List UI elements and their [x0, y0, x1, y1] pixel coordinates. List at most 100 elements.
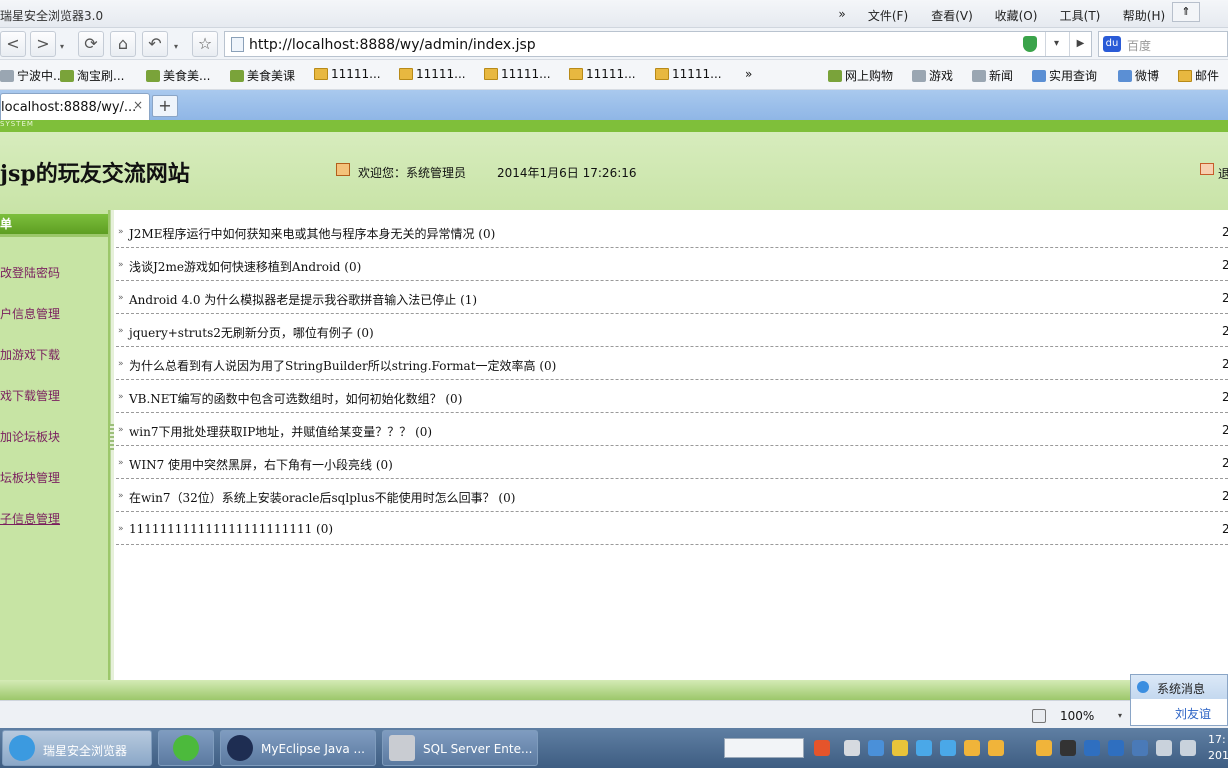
fav-more-chevron[interactable]: »: [745, 67, 752, 81]
table-row[interactable]: » 为什么总看到有人说因为用了StringBuilder所以string.For…: [116, 347, 1228, 380]
menu-tools[interactable]: 工具(T): [1048, 7, 1112, 24]
fav-item[interactable]: 宁波中...: [0, 67, 64, 84]
fav-folder[interactable]: 11111...: [314, 67, 381, 81]
sidebar-item-add-forum-board[interactable]: 添加论坛板块: [0, 428, 60, 445]
sidebar-item-user-management[interactable]: 用户信息管理: [0, 305, 60, 322]
post-title-link[interactable]: 111111111111111111111111 (0): [129, 522, 333, 536]
sidebar-item-game-download-management[interactable]: 游戏下载管理: [0, 387, 60, 404]
fav-folder[interactable]: 11111...: [484, 67, 551, 81]
fav-folder[interactable]: 11111...: [399, 67, 466, 81]
speaker-icon[interactable]: [1032, 709, 1046, 723]
post-title-link[interactable]: win7下用批处理获取IP地址，并赋值给某变量？？？ (0): [129, 423, 432, 440]
system-clock[interactable]: 17: 201: [1208, 732, 1228, 764]
post-title-link[interactable]: Android 4.0 为什么模拟器老是提示我谷歌拼音输入法已停止 (1): [129, 291, 477, 308]
baidu-paw-icon[interactable]: du: [1103, 36, 1121, 52]
network-icon[interactable]: [1156, 740, 1172, 756]
fav-item[interactable]: 淘宝刷...: [60, 67, 124, 84]
zoom-level[interactable]: 100%: [1060, 709, 1094, 723]
bullet-arrow-icon: »: [118, 425, 124, 435]
tray-search-field[interactable]: [724, 738, 804, 758]
shield-icon[interactable]: [1084, 740, 1100, 756]
menu-view[interactable]: 查看(V): [920, 7, 984, 24]
fav-news[interactable]: 新闻: [972, 67, 1013, 84]
favorite-star-button[interactable]: ☆: [192, 31, 218, 57]
logout-link[interactable]: 退: [1218, 165, 1228, 182]
menu-more-chevron[interactable]: »: [828, 7, 856, 24]
table-row[interactable]: » WIN7 使用中突然黑屏，右下角有一小段亮线 (0) 2: [116, 446, 1228, 479]
refresh-button[interactable]: ⟳: [78, 31, 104, 57]
post-date: 2: [1222, 324, 1228, 338]
taskbar-sql-server[interactable]: SQL Server Ente...: [382, 730, 538, 766]
table-row[interactable]: » win7下用批处理获取IP地址，并赋值给某变量？？？ (0) 2: [116, 413, 1228, 446]
fav-lookup[interactable]: 实用查询: [1032, 67, 1097, 84]
address-dropdown-icon[interactable]: ▾: [1045, 32, 1067, 56]
table-row[interactable]: » Android 4.0 为什么模拟器老是提示我谷歌拼音输入法已停止 (1) …: [116, 281, 1228, 314]
post-title-link[interactable]: VB.NET编写的函数中包含可选数组时，如何初始化数组？ (0): [129, 390, 462, 407]
sidebar-item-add-game-download[interactable]: 添加游戏下载: [0, 346, 60, 363]
sidebar-item-forum-board-management[interactable]: 论坛板块管理: [0, 469, 60, 486]
tray-bird-icon[interactable]: [916, 740, 932, 756]
popup-user-link[interactable]: 刘友谊: [1175, 705, 1211, 722]
logout-icon[interactable]: [1200, 163, 1214, 175]
post-title-link[interactable]: jquery+struts2无刷新分页，哪位有例子 (0): [129, 324, 374, 341]
volume-icon[interactable]: [1180, 740, 1196, 756]
fav-mail[interactable]: 邮件: [1178, 67, 1219, 84]
sidebar-item-post-management[interactable]: 帖子信息管理: [0, 510, 60, 527]
menu-help[interactable]: 帮助(H): [1112, 7, 1176, 24]
tab-active[interactable]: localhost:8888/wy/... ×: [0, 93, 150, 120]
qq-icon[interactable]: [1036, 740, 1052, 756]
qq-icon[interactable]: [988, 740, 1004, 756]
post-title-link[interactable]: 在win7（32位）系统上安装oracle后sqlplus不能使用时怎么回事？ …: [129, 489, 515, 506]
taskbar-browser[interactable]: 瑞星安全浏览器: [2, 730, 152, 766]
fav-folder[interactable]: 11111...: [655, 67, 722, 81]
tray-security-icon[interactable]: [1108, 740, 1124, 756]
search-input[interactable]: 百度: [1127, 37, 1151, 54]
tray-search-icon[interactable]: [868, 740, 884, 756]
go-arrow-icon[interactable]: ▶: [1069, 32, 1091, 56]
post-title-link[interactable]: 为什么总看到有人说因为用了StringBuilder所以string.Forma…: [129, 357, 556, 374]
fav-item[interactable]: 美食美...: [146, 67, 210, 84]
table-row[interactable]: » 在win7（32位）系统上安装oracle后sqlplus不能使用时怎么回事…: [116, 479, 1228, 512]
fav-item[interactable]: 美食美课: [230, 67, 295, 84]
pin-button[interactable]: ⇑: [1172, 2, 1200, 22]
table-row[interactable]: » J2ME程序运行中如何获知来电或其他与程序本身无关的异常情况 (0) 2: [116, 215, 1228, 248]
forward-dropdown-icon[interactable]: ▾: [60, 42, 64, 51]
menu-file[interactable]: 文件(F): [856, 7, 920, 24]
table-row[interactable]: » jquery+struts2无刷新分页，哪位有例子 (0) 2: [116, 314, 1228, 347]
table-row[interactable]: » 111111111111111111111111 (0) 2: [116, 512, 1228, 545]
search-box[interactable]: du 百度: [1098, 31, 1228, 57]
fav-folder[interactable]: 11111...: [569, 67, 636, 81]
sogou-ime-icon[interactable]: [814, 740, 830, 756]
tray-app-icon[interactable]: [1060, 740, 1076, 756]
post-title-link[interactable]: WIN7 使用中突然黑屏，右下角有一小段亮线 (0): [129, 456, 393, 473]
fav-shopping[interactable]: 网上购物: [828, 67, 893, 84]
tray-network-icon[interactable]: [844, 740, 860, 756]
taskbar-myeclipse[interactable]: MyEclipse Java ...: [220, 730, 376, 766]
tray-pet-icon[interactable]: [892, 740, 908, 756]
zoom-dropdown-icon[interactable]: ▾: [1118, 711, 1122, 720]
table-row[interactable]: » VB.NET编写的函数中包含可选数组时，如何初始化数组？ (0) 2: [116, 380, 1228, 413]
system-message-popup[interactable]: 系统消息 刘友谊: [1130, 674, 1228, 726]
post-title-link[interactable]: J2ME程序运行中如何获知来电或其他与程序本身无关的异常情况 (0): [129, 225, 495, 242]
taskbar-app-refresh[interactable]: [158, 730, 214, 766]
fav-weibo[interactable]: 微博: [1118, 67, 1159, 84]
home-button[interactable]: ⌂: [110, 31, 136, 57]
fav-games[interactable]: 游戏: [912, 67, 953, 84]
undo-dropdown-icon[interactable]: ▾: [174, 42, 178, 51]
menu-favorites[interactable]: 收藏(O): [984, 7, 1048, 24]
back-button[interactable]: <: [0, 31, 26, 57]
undo-close-button[interactable]: ↶: [142, 31, 168, 57]
new-tab-button[interactable]: +: [152, 95, 178, 117]
sidebar-item-change-password[interactable]: 修改登陆密码: [0, 264, 60, 281]
security-shield-icon[interactable]: [1023, 36, 1037, 52]
table-row[interactable]: » 浅谈J2me游戏如何快速移植到Android (0) 2: [116, 248, 1228, 281]
tray-shield-icon[interactable]: [1132, 740, 1148, 756]
post-title-link[interactable]: 浅谈J2me游戏如何快速移植到Android (0): [129, 258, 361, 275]
forward-button[interactable]: >: [30, 31, 56, 57]
tab-close-icon[interactable]: ×: [133, 98, 143, 112]
tray-bird-icon[interactable]: [940, 740, 956, 756]
address-bar[interactable]: http://localhost:8888/wy/admin/index.jsp…: [224, 31, 1092, 57]
folder-icon: [484, 68, 498, 80]
qq-icon[interactable]: [964, 740, 980, 756]
url-input[interactable]: http://localhost:8888/wy/admin/index.jsp: [249, 37, 536, 53]
